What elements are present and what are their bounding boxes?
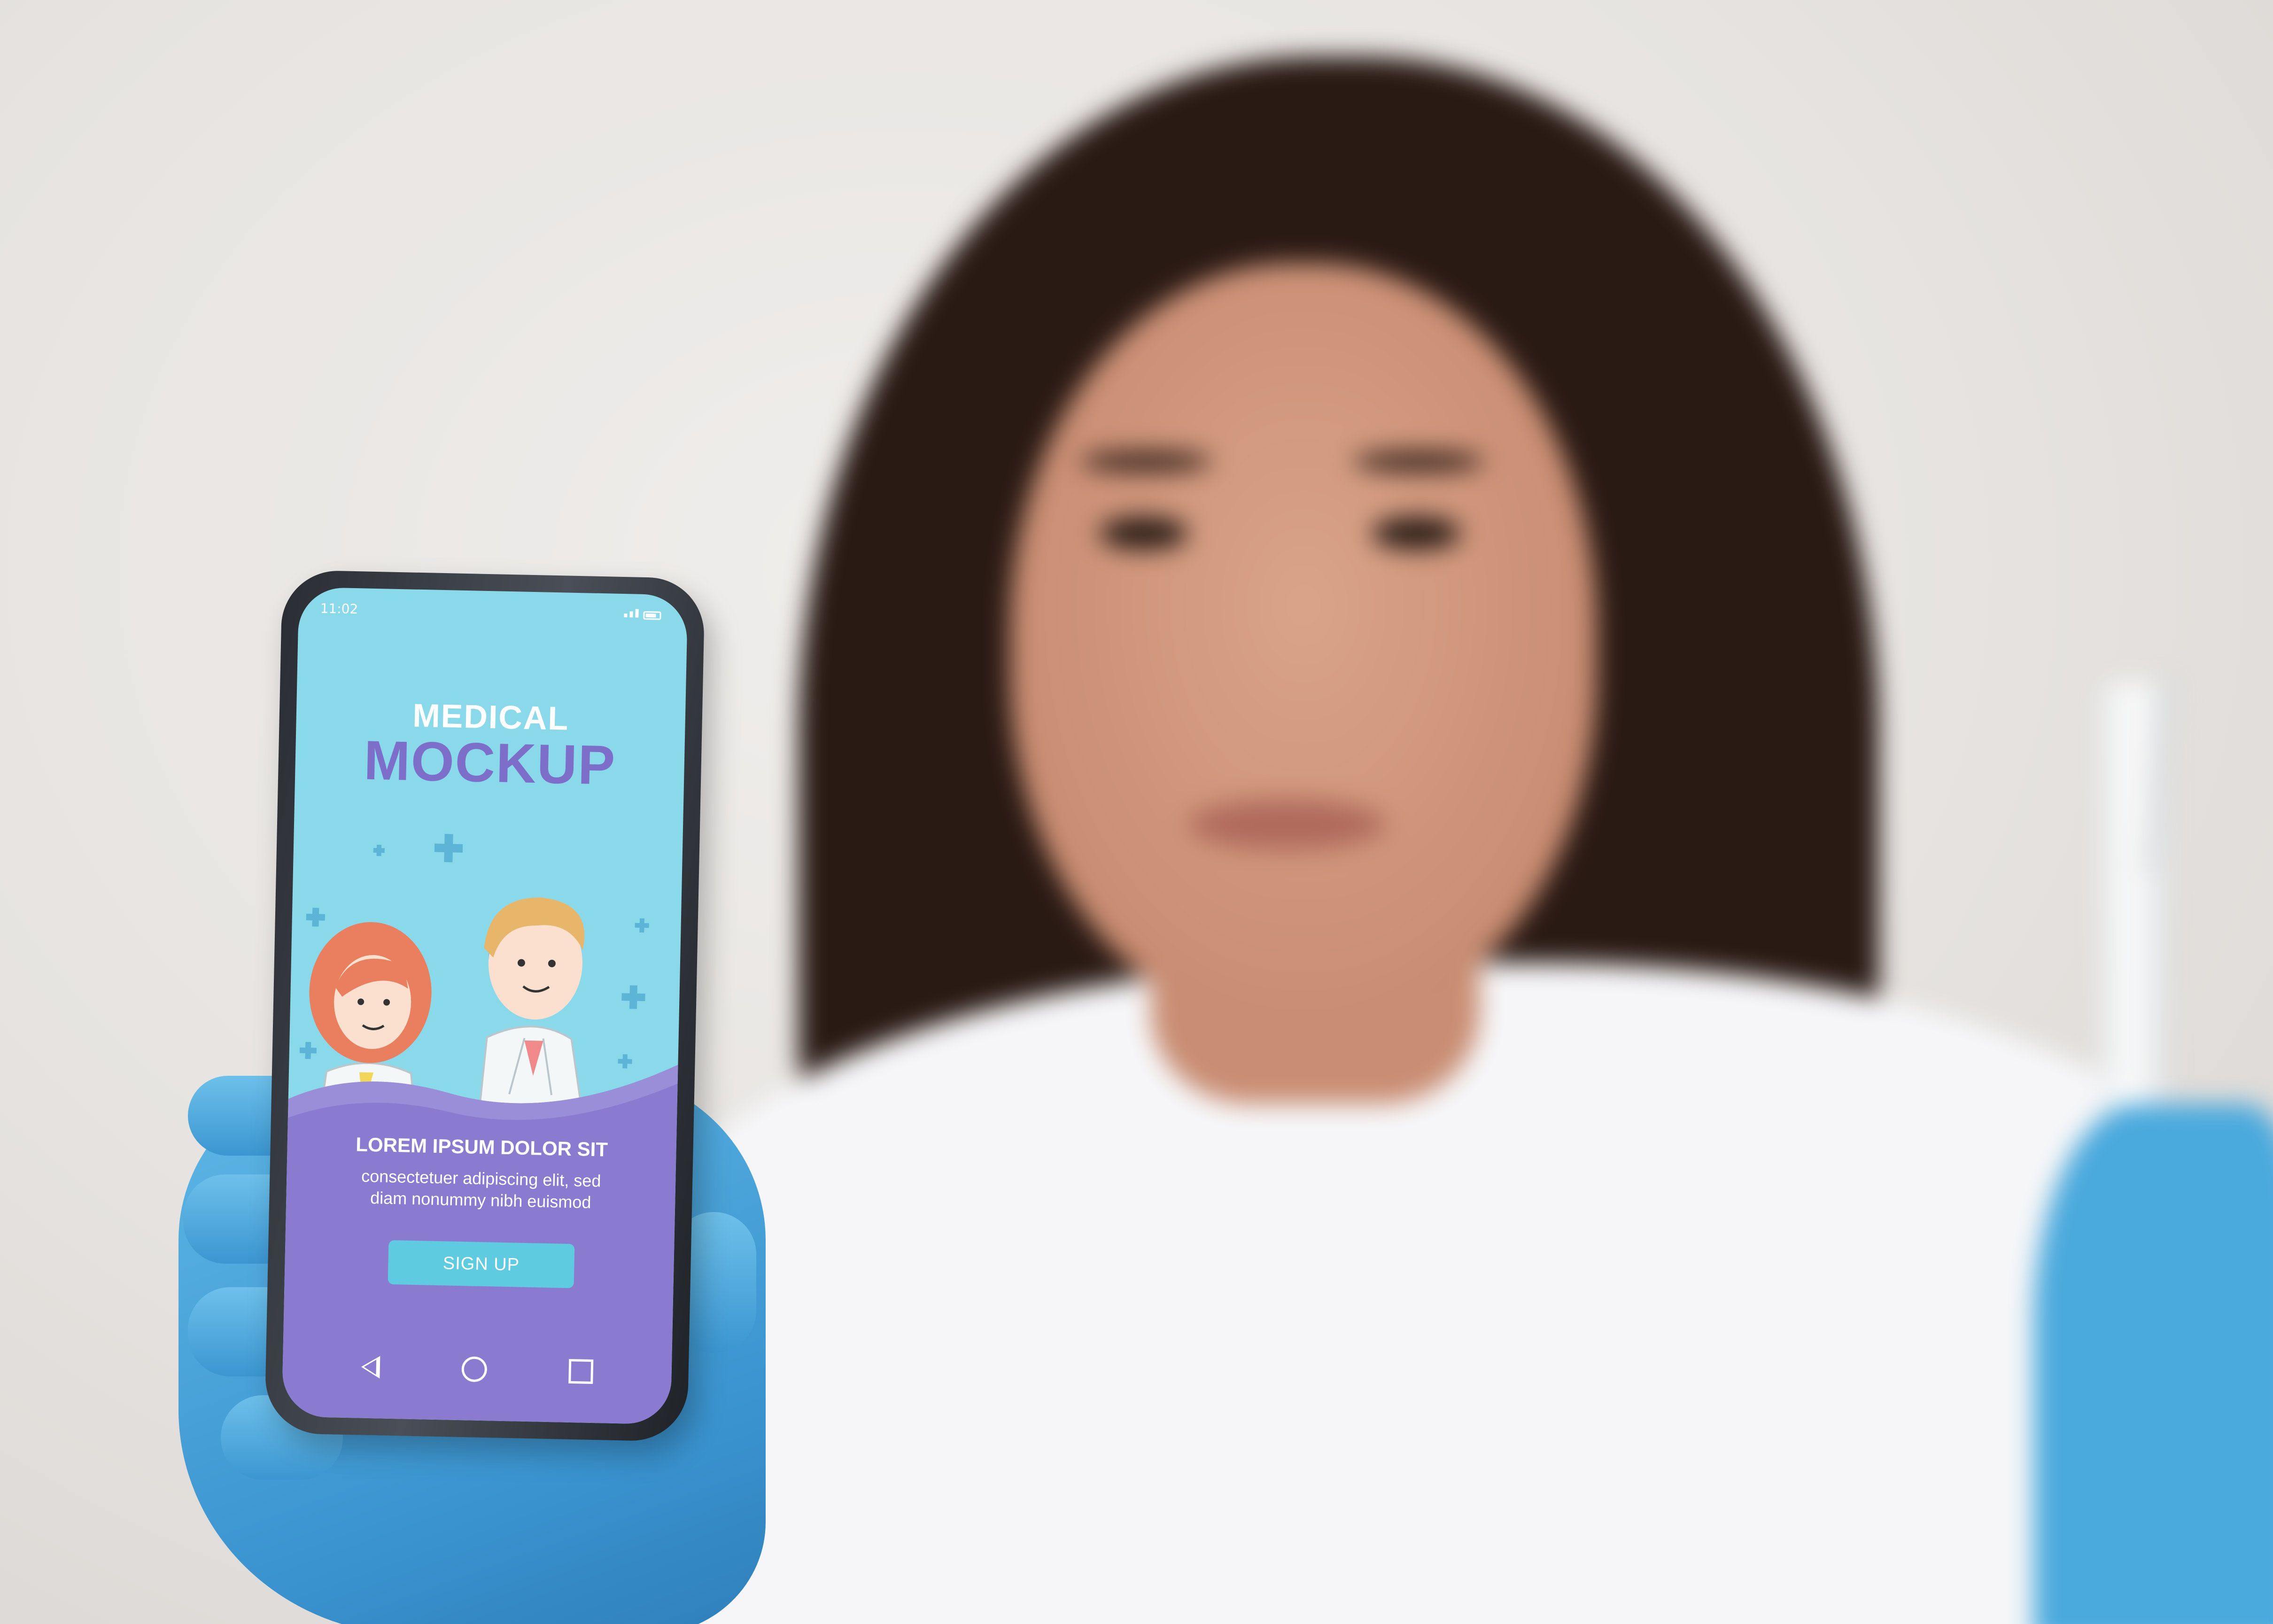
status-icons	[624, 609, 661, 620]
nav-recents-icon[interactable]	[568, 1359, 594, 1384]
app-title-line2: MOCKUP	[363, 729, 617, 797]
phone-device: 11:02 MEDICAL MOCKUP LOREM IPSUM DOLOR S…	[264, 569, 706, 1442]
lips	[1188, 799, 1386, 850]
signal-icon	[624, 609, 639, 620]
battery-icon	[643, 611, 661, 620]
left-brow	[1080, 451, 1212, 472]
right-glove	[2034, 1104, 2273, 1624]
status-bar: 11:02	[298, 587, 688, 633]
android-nav-bar	[282, 1344, 672, 1394]
left-eye	[1099, 517, 1188, 550]
nav-back-icon[interactable]	[361, 1355, 380, 1379]
signup-panel: LOREM IPSUM DOLOR SIT consectetuer adipi…	[282, 1132, 677, 1424]
nav-home-icon[interactable]	[461, 1356, 488, 1383]
status-time: 11:02	[320, 600, 358, 617]
right-brow	[1353, 451, 1484, 472]
sign-up-button[interactable]: SIGN UP	[388, 1240, 575, 1289]
phone-screen: 11:02 MEDICAL MOCKUP LOREM IPSUM DOLOR S…	[281, 587, 688, 1425]
photo-background: 11:02 MEDICAL MOCKUP LOREM IPSUM DOLOR S…	[0, 0, 2273, 1624]
face	[1010, 263, 1597, 1024]
right-eye	[1372, 517, 1461, 550]
